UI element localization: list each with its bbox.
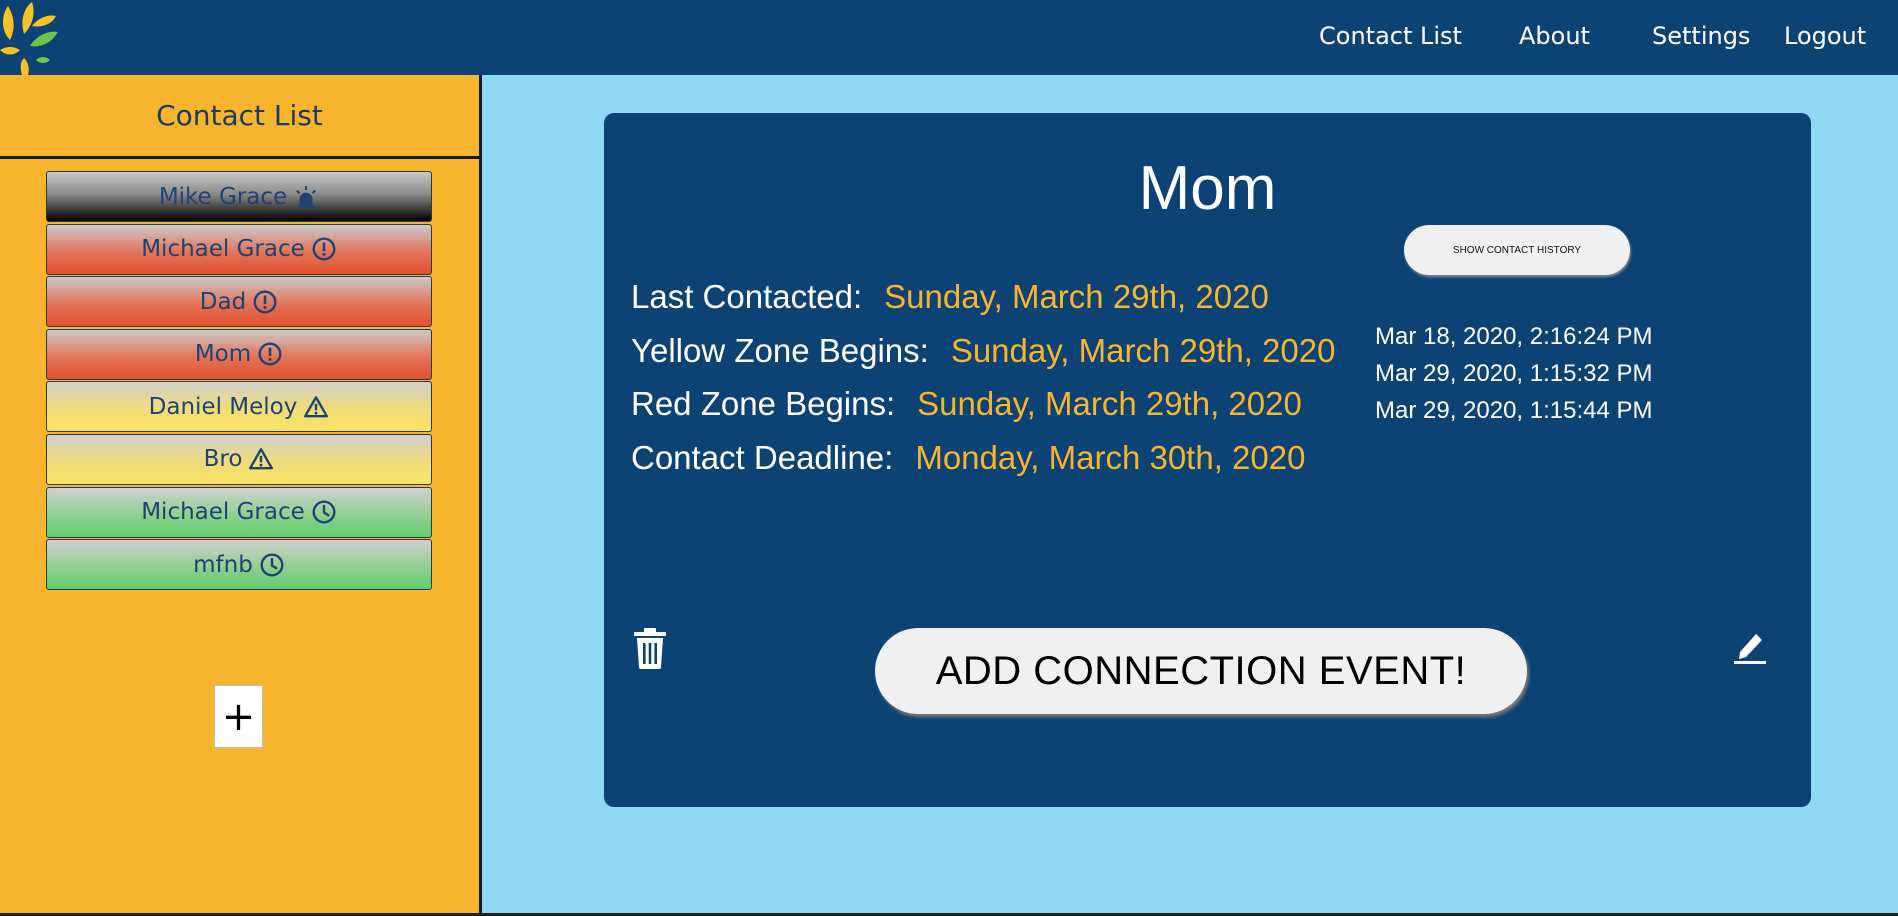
exclamation-circle-icon xyxy=(312,237,336,261)
top-nav: Contact List About Settings Logout xyxy=(0,0,1898,75)
contact-name: Daniel Meloy xyxy=(148,393,298,420)
sidebar: Contact List Mike Grace Michael Grace Da… xyxy=(0,75,482,916)
field-label: Yellow Zone Begins: xyxy=(631,332,929,369)
nav-link-settings[interactable]: Settings xyxy=(1652,22,1750,50)
contact-name: Mom xyxy=(194,341,252,368)
contact-name: Michael Grace xyxy=(141,499,305,526)
contact-item[interactable]: Bro xyxy=(46,433,432,485)
sidebar-title: Contact List xyxy=(156,99,323,132)
add-connection-event-button[interactable]: ADD CONNECTION EVENT! xyxy=(875,628,1527,714)
logo-icon xyxy=(0,2,58,75)
info-row-contact-deadline: Contact Deadline: Monday, March 30th, 202… xyxy=(631,439,1305,477)
contact-item[interactable]: Mike Grace xyxy=(46,171,432,222)
contact-list: Mike Grace Michael Grace Dad Mom Daniel … xyxy=(46,171,432,592)
pencil-edit-icon[interactable] xyxy=(1734,628,1766,664)
contact-item[interactable]: Dad xyxy=(46,276,432,328)
field-label: Contact Deadline: xyxy=(631,439,894,476)
history-item: Mar 18, 2020, 2:16:24 PM xyxy=(1375,323,1653,350)
contact-item[interactable]: Michael Grace xyxy=(46,486,432,538)
warning-triangle-icon xyxy=(304,395,329,418)
contact-name: Mike Grace xyxy=(158,183,288,210)
contact-title: Mom xyxy=(1138,154,1277,223)
history-item: Mar 29, 2020, 1:15:32 PM xyxy=(1375,360,1653,387)
field-label: Red Zone Begins: xyxy=(631,385,896,422)
contact-card: Mom SHOW CONTACT HISTORY Last Contacted:… xyxy=(604,113,1811,807)
contact-item[interactable]: Daniel Meloy xyxy=(46,381,432,433)
history-item: Mar 29, 2020, 1:15:44 PM xyxy=(1375,397,1653,424)
contact-name: Bro xyxy=(203,446,243,473)
contact-name: Michael Grace xyxy=(141,236,305,263)
show-contact-history-button[interactable]: SHOW CONTACT HISTORY xyxy=(1404,225,1630,275)
warning-triangle-icon xyxy=(249,448,274,470)
exclamation-circle-icon xyxy=(258,342,282,366)
field-value: Sunday, March 29th, 2020 xyxy=(950,332,1336,369)
clock-icon xyxy=(312,500,336,524)
info-row-red-zone: Red Zone Begins: Sunday, March 29th, 2020 xyxy=(631,385,1302,423)
field-value: Sunday, March 29th, 2020 xyxy=(917,385,1302,422)
nav-link-logout[interactable]: Logout xyxy=(1784,22,1866,50)
field-value: Monday, March 30th, 2020 xyxy=(915,439,1306,476)
contact-history-list: Mar 18, 2020, 2:16:24 PM Mar 29, 2020, 1… xyxy=(1375,323,1653,434)
alarm-icon xyxy=(296,185,317,208)
sidebar-header: Contact List xyxy=(0,75,479,159)
nav-link-contact-list[interactable]: Contact List xyxy=(1319,22,1462,50)
info-row-last-contacted: Last Contacted: Sunday, March 29th, 2020 xyxy=(631,278,1269,316)
nav-link-about[interactable]: About xyxy=(1519,22,1590,50)
contact-name: mfnb xyxy=(193,551,253,578)
field-value: Sunday, March 29th, 2020 xyxy=(884,278,1269,315)
contact-name: Dad xyxy=(199,288,247,315)
contact-item[interactable]: Michael Grace xyxy=(46,223,432,275)
info-row-yellow-zone: Yellow Zone Begins: Sunday, March 29th, 2… xyxy=(631,332,1335,370)
clock-icon xyxy=(260,553,284,577)
contact-item[interactable]: mfnb xyxy=(46,539,432,591)
field-label: Last Contacted: xyxy=(631,278,863,315)
trash-icon[interactable] xyxy=(632,627,668,669)
add-contact-button[interactable]: + xyxy=(214,685,263,748)
contact-item[interactable]: Mom xyxy=(46,328,432,380)
exclamation-circle-icon xyxy=(253,290,277,314)
